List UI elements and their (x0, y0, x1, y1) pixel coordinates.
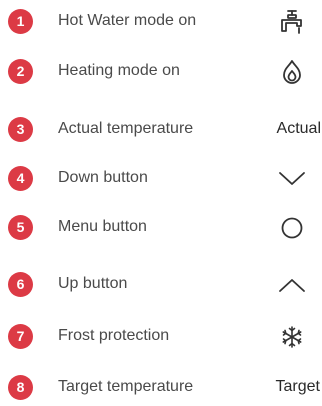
icon-legend: 1 Hot Water mode on 2 Heating mode on 3 … (0, 0, 322, 402)
legend-row-actual-temperature: 3 Actual temperature Actual (0, 116, 322, 148)
number-badge: 6 (8, 272, 33, 297)
legend-row-heating: 2 Heating mode on (0, 58, 322, 90)
actual-display-text: Actual (276, 120, 321, 137)
legend-label: Actual temperature (58, 120, 194, 137)
chevron-down-icon (262, 165, 322, 193)
number-badge: 8 (8, 375, 33, 400)
legend-row-down-button: 4 Down button (0, 165, 322, 197)
number-badge: 7 (8, 324, 33, 349)
legend-row-up-button: 6 Up button (0, 271, 322, 303)
legend-row-hot-water: 1 Hot Water mode on (0, 8, 322, 40)
tap-icon (262, 8, 322, 36)
number-badge: 2 (8, 59, 33, 84)
snowflake-icon (262, 323, 322, 351)
number-badge: 3 (8, 117, 33, 142)
circle-icon (262, 214, 322, 242)
legend-label: Down button (58, 169, 148, 186)
legend-row-target-temperature: 8 Target temperature Target (0, 374, 322, 406)
legend-label: Menu button (58, 218, 147, 235)
number-badge: 5 (8, 215, 33, 240)
legend-label: Up button (58, 275, 128, 292)
number-badge: 1 (8, 9, 33, 34)
legend-label: Frost protection (58, 327, 170, 344)
chevron-up-icon (262, 271, 322, 299)
legend-label: Hot Water mode on (58, 12, 197, 29)
target-display-text: Target (275, 378, 320, 395)
legend-label: Target temperature (58, 378, 194, 395)
legend-row-menu-button: 5 Menu button (0, 214, 322, 246)
legend-row-frost-protection: 7 Frost protection (0, 323, 322, 355)
flame-icon (262, 58, 322, 86)
number-badge: 4 (8, 166, 33, 191)
legend-label: Heating mode on (58, 62, 180, 79)
